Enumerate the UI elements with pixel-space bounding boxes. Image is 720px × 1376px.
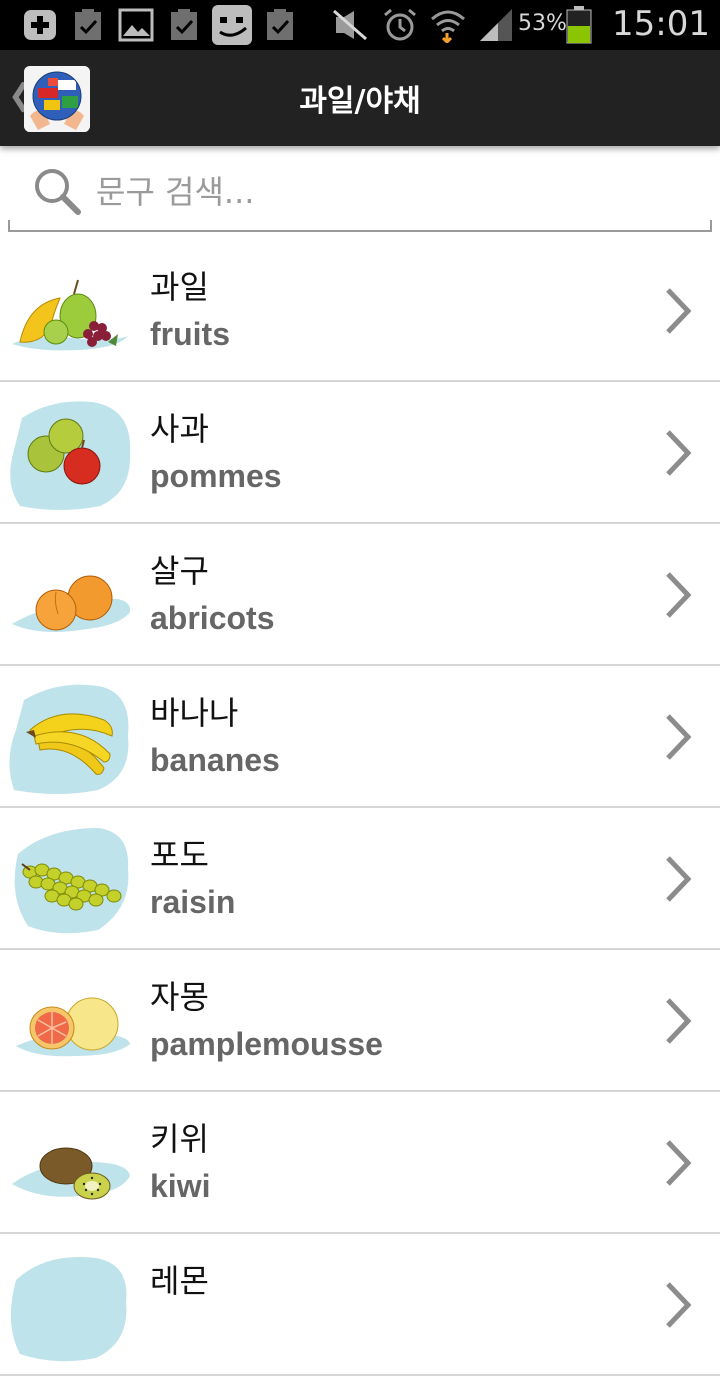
chevron-right-icon xyxy=(666,998,692,1044)
app-face-icon xyxy=(212,5,252,45)
image-icon xyxy=(118,8,154,42)
lemon-icon xyxy=(8,1250,132,1362)
list-item[interactable]: 사과 pommes xyxy=(0,382,720,524)
grapefruit-icon xyxy=(8,966,132,1078)
search-input[interactable] xyxy=(96,166,656,218)
grapes-icon xyxy=(8,824,132,936)
item-label-korean: 살구 xyxy=(150,552,209,590)
item-label-french: fruits xyxy=(150,316,230,352)
wifi-icon xyxy=(431,10,465,43)
action-bar: ❮ 과일/야채 xyxy=(0,50,720,146)
clipboard-check-icon xyxy=(75,9,101,40)
add-box-icon xyxy=(24,10,56,40)
list-item[interactable]: 바나나 bananes xyxy=(0,666,720,808)
search-icon xyxy=(35,169,81,215)
battery-percent: 53% xyxy=(518,11,567,36)
list-item[interactable]: 살구 abricots xyxy=(0,524,720,666)
chevron-right-icon xyxy=(666,572,692,618)
item-label-korean: 바나나 xyxy=(150,694,239,732)
list-item[interactable]: 과일 fruits xyxy=(0,240,720,382)
chevron-right-icon xyxy=(666,1282,692,1328)
item-label-french: abricots xyxy=(150,600,275,636)
fruit-mix-icon xyxy=(8,256,132,368)
item-label-french: bananes xyxy=(150,742,280,778)
chevron-right-icon xyxy=(666,714,692,760)
item-label-korean: 사과 xyxy=(150,410,209,448)
status-clock: 15:01 xyxy=(612,4,710,44)
page-title: 과일/야채 xyxy=(299,84,421,119)
list-item[interactable]: 포도 raisin xyxy=(0,808,720,950)
item-label-korean: 키위 xyxy=(150,1120,209,1158)
apples-icon xyxy=(8,398,132,510)
mute-icon xyxy=(333,9,367,41)
clipboard-check-icon xyxy=(267,9,293,40)
apricots-icon xyxy=(8,540,132,652)
chevron-right-icon xyxy=(666,288,692,334)
battery-icon xyxy=(566,6,592,44)
chevron-right-icon xyxy=(666,430,692,476)
item-label-french: raisin xyxy=(150,884,236,920)
search-bar[interactable] xyxy=(8,160,712,232)
item-label-korean: 과일 xyxy=(150,268,209,306)
chevron-right-icon xyxy=(666,856,692,902)
item-label-korean: 레몬 xyxy=(150,1262,209,1300)
bananas-icon xyxy=(8,682,132,794)
phrase-category-list: 과일 fruits 사과 pommes 살구 abricots 바나나 bana… xyxy=(0,240,720,1376)
list-item[interactable]: 키위 kiwi xyxy=(0,1092,720,1234)
signal-icon xyxy=(480,9,512,41)
alarm-icon xyxy=(384,8,416,41)
item-label-french: kiwi xyxy=(150,1168,211,1204)
clipboard-check-icon xyxy=(171,9,197,40)
item-label-french: pommes xyxy=(150,458,282,494)
kiwi-icon xyxy=(8,1108,132,1220)
status-bar: 53% 15:01 xyxy=(0,0,720,50)
item-label-korean: 자몽 xyxy=(150,978,209,1016)
item-label-french: pamplemousse xyxy=(150,1026,383,1062)
list-item[interactable]: 레몬 xyxy=(0,1234,720,1376)
item-label-korean: 포도 xyxy=(150,836,209,874)
list-item[interactable]: 자몽 pamplemousse xyxy=(0,950,720,1092)
chevron-right-icon xyxy=(666,1140,692,1186)
